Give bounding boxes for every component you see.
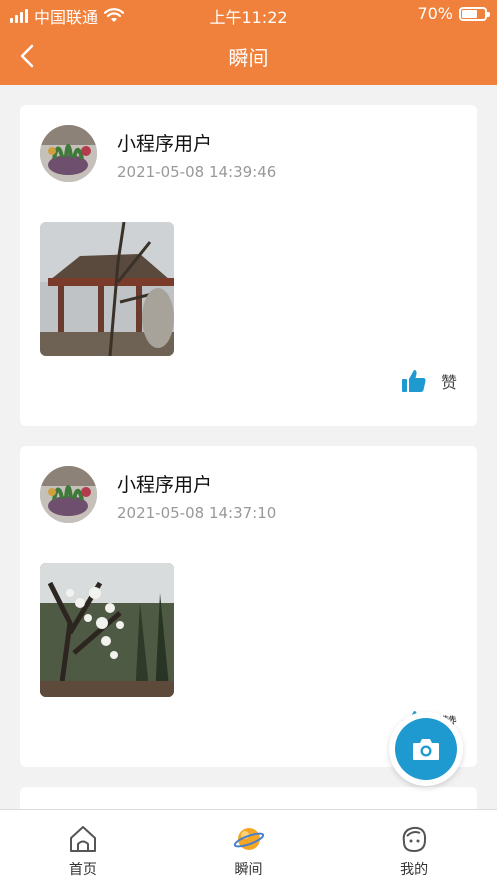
- tab-label: 首页: [68, 862, 97, 878]
- post-photo[interactable]: [40, 222, 174, 356]
- battery-percent: 70%: [417, 4, 453, 23]
- header: 中国联通 上午11:22 70% 瞬间: [0, 0, 497, 85]
- camera-button[interactable]: [389, 712, 463, 786]
- page-title: 瞬间: [228, 46, 269, 70]
- like-button[interactable]: 赞: [401, 368, 457, 394]
- post-time: 2021-05-08 14:37:10: [117, 504, 277, 522]
- status-bar: 中国联通 上午11:22 70%: [0, 0, 497, 28]
- tab-label: 我的: [400, 862, 429, 878]
- like-label: 赞: [440, 373, 457, 392]
- nav-bar: 瞬间: [0, 28, 497, 85]
- post-time: 2021-05-08 14:39:46: [117, 163, 277, 181]
- post-photo[interactable]: [40, 563, 174, 697]
- post-card: 小程序用户 2021-05-08 14:39:46 赞: [20, 105, 477, 426]
- planet-icon: [233, 828, 264, 850]
- profile-face-icon: [402, 826, 427, 853]
- tab-label: 瞬间: [234, 862, 263, 878]
- tab-home[interactable]: 首页: [0, 810, 166, 883]
- tab-bar: 首页 瞬间 我的: [0, 809, 497, 883]
- post-username: 小程序用户: [117, 474, 213, 496]
- avatar[interactable]: [40, 466, 97, 523]
- tab-moments[interactable]: 瞬间: [166, 810, 332, 883]
- tab-mine[interactable]: 我的: [331, 810, 497, 883]
- camera-icon: [413, 739, 439, 760]
- battery-icon: [459, 6, 490, 21]
- home-icon: [69, 826, 96, 852]
- post-username: 小程序用户: [117, 133, 213, 155]
- avatar[interactable]: [40, 125, 97, 182]
- status-right: 70%: [417, 4, 490, 23]
- thumbs-up-icon: [401, 370, 426, 392]
- camera-button-circle: [395, 718, 457, 780]
